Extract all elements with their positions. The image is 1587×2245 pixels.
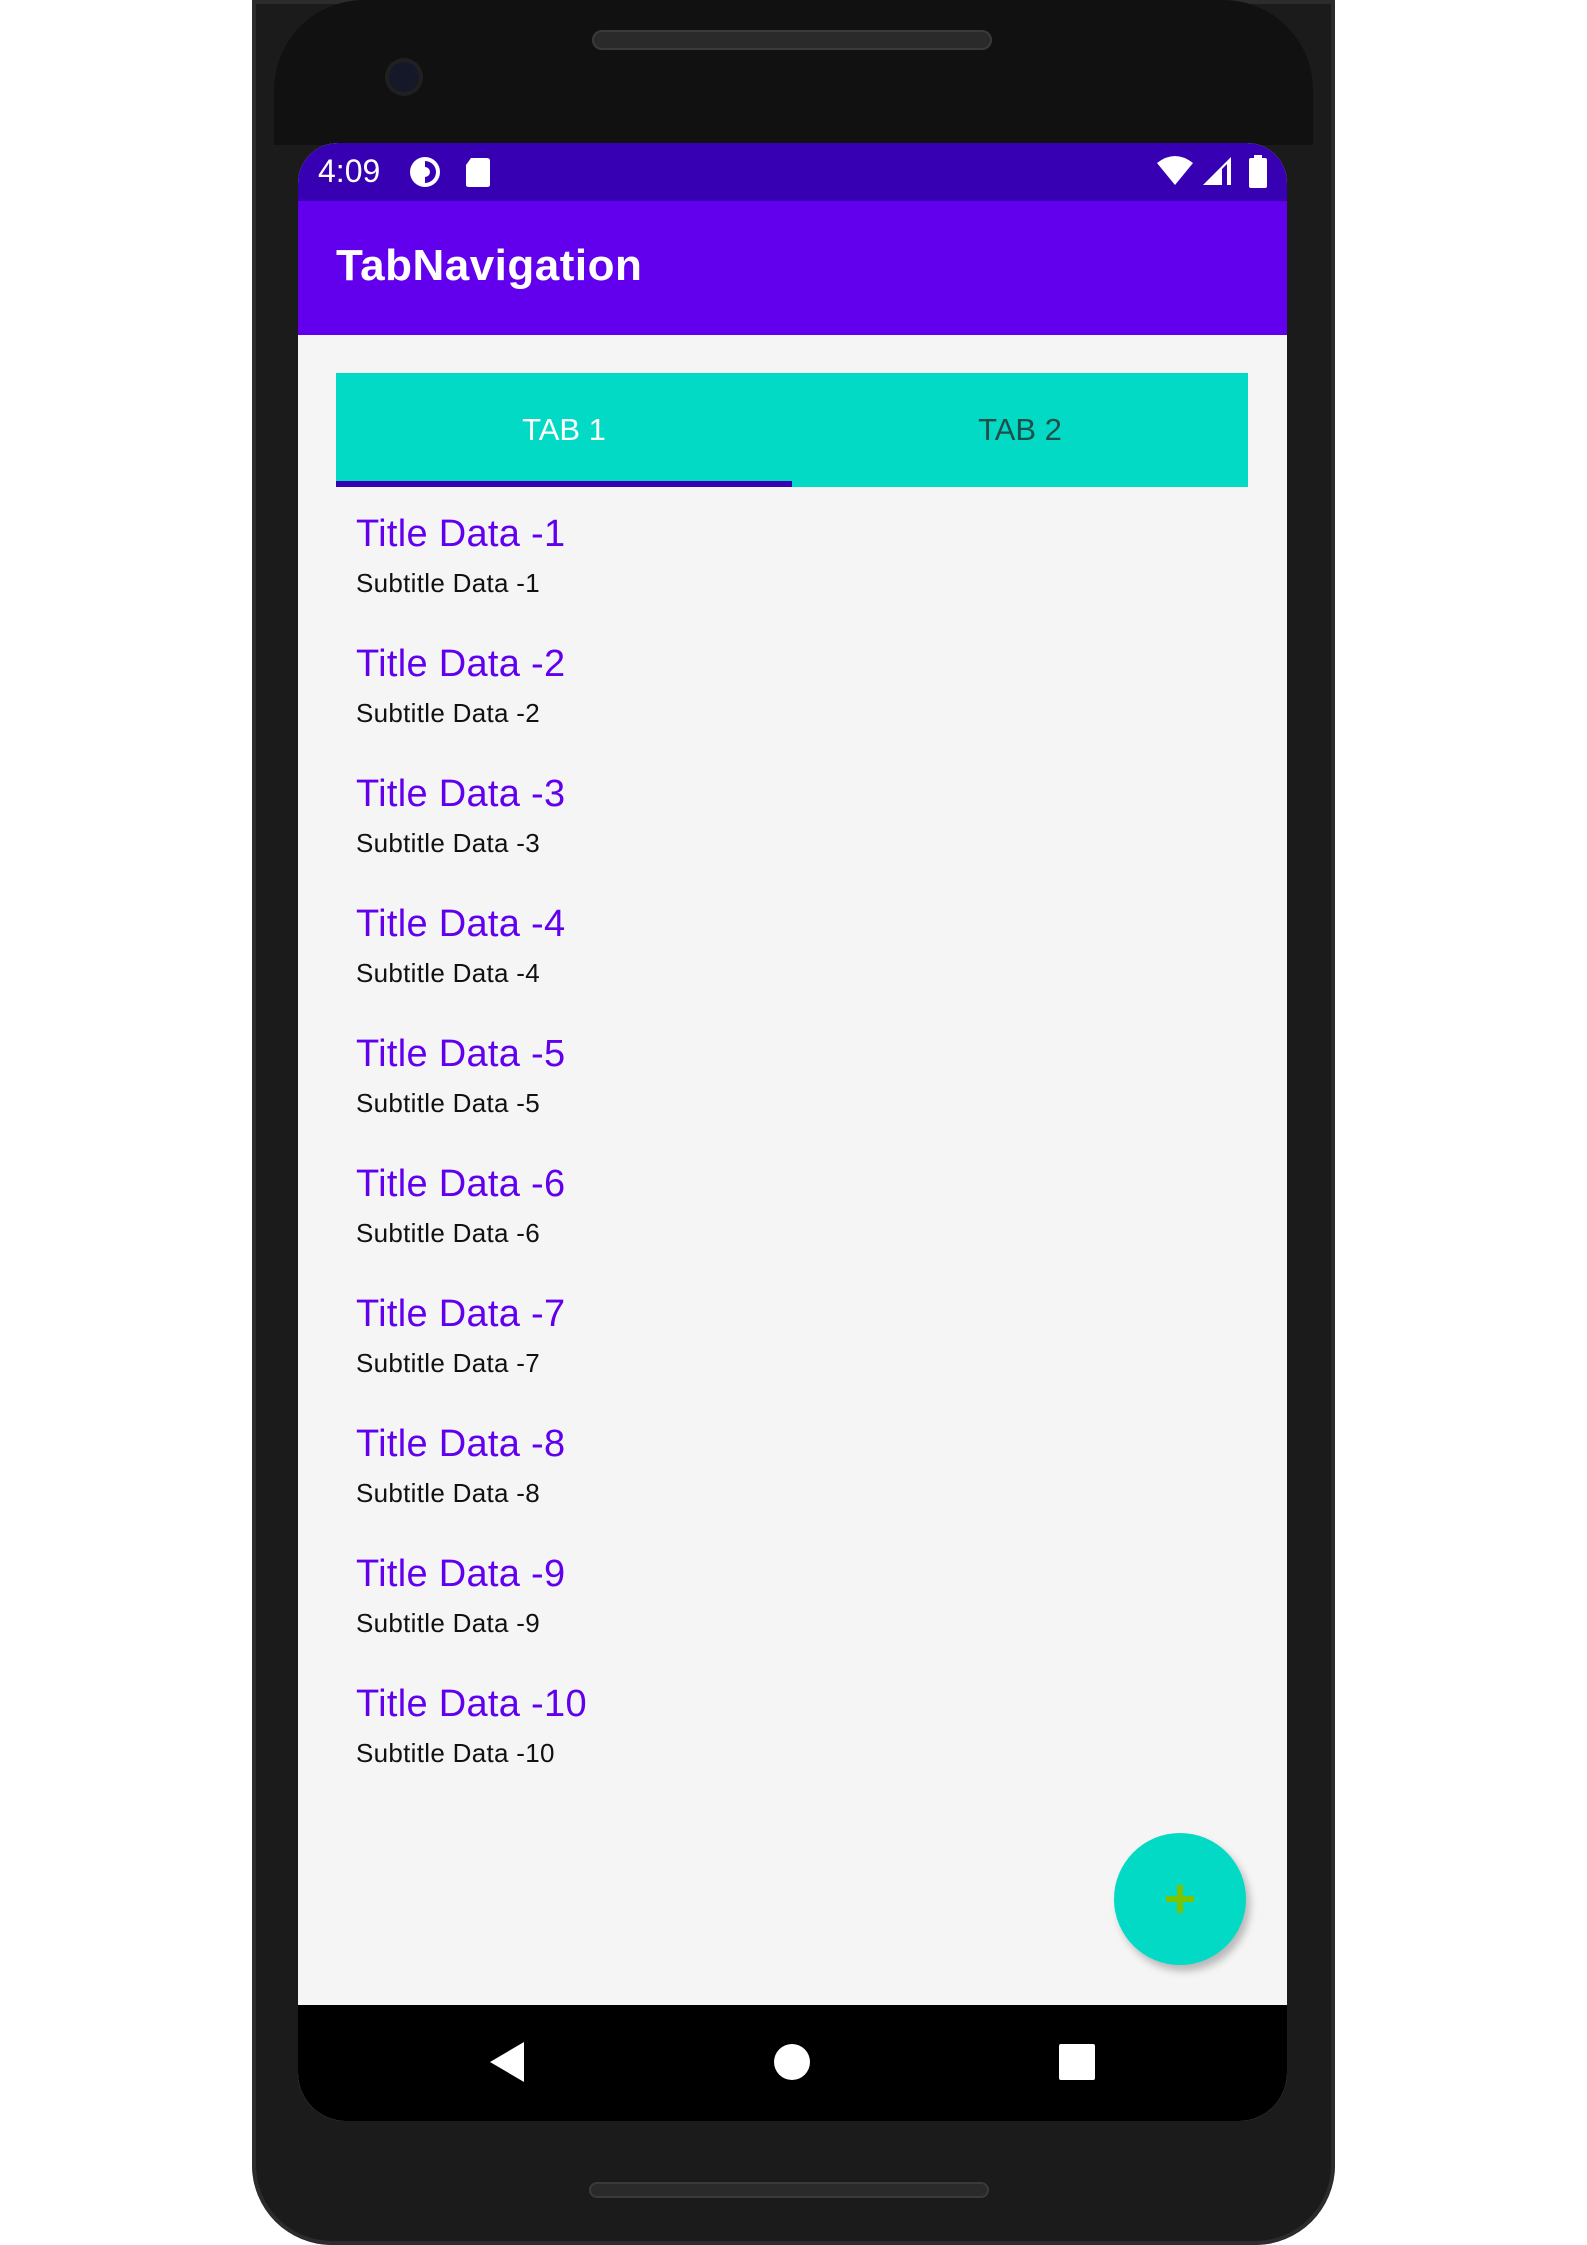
nav-back-button[interactable] [481, 2037, 531, 2087]
sd-card-icon [463, 155, 493, 194]
list-item-title: Title Data -5 [356, 1033, 566, 1075]
list-item-title: Title Data -1 [356, 513, 566, 555]
list-item-subtitle: Subtitle Data -1 [356, 568, 541, 598]
tab-1-label: TAB 1 [522, 412, 606, 447]
list-item-subtitle: Subtitle Data -6 [356, 1218, 541, 1248]
phone-top-bezel [274, 0, 1313, 145]
nav-recents-button[interactable] [1052, 2037, 1102, 2087]
list-item-subtitle: Subtitle Data -2 [356, 698, 541, 728]
list-item-title: Title Data -7 [356, 1293, 566, 1335]
list-item-subtitle: Subtitle Data -10 [356, 1738, 555, 1768]
list-item-title: Title Data -4 [356, 903, 566, 945]
list-item-title: Title Data -10 [356, 1683, 587, 1725]
recents-icon [1059, 2044, 1095, 2080]
system-nav-bar [298, 2005, 1287, 2121]
tab-bar: TAB 1 TAB 2 [336, 373, 1248, 487]
earpiece-speaker [592, 30, 992, 50]
list-item-title: Title Data -6 [356, 1163, 566, 1205]
list-item-subtitle: Subtitle Data -4 [356, 958, 541, 988]
list-item[interactable]: Title Data -9 Subtitle Data -9 [356, 1553, 1236, 1683]
battery-icon [1248, 155, 1268, 194]
list-item[interactable]: Title Data -6 Subtitle Data -6 [356, 1163, 1236, 1293]
list-item[interactable]: Title Data -1 Subtitle Data -1 [356, 513, 1236, 643]
tab-2[interactable]: TAB 2 [792, 373, 1248, 487]
status-bar: 4:09 [298, 143, 1287, 201]
app-title: TabNavigation [336, 241, 643, 290]
device-screen: 4:09 TabNavigation TAB 1 TAB 2 Title Dat… [298, 143, 1287, 2121]
nav-home-button[interactable] [767, 2037, 817, 2087]
tab-selected-indicator [336, 481, 792, 487]
home-icon [774, 2044, 810, 2080]
list-item[interactable]: Title Data -10 Subtitle Data -10 [356, 1683, 1236, 1813]
list-item-subtitle: Subtitle Data -9 [356, 1608, 541, 1638]
list-item-title: Title Data -8 [356, 1423, 566, 1465]
cell-signal-icon [1201, 155, 1233, 192]
front-camera [389, 62, 419, 92]
add-fab-button[interactable] [1114, 1833, 1246, 1965]
data-list: Title Data -1 Subtitle Data -1 Title Dat… [356, 513, 1236, 1813]
list-item[interactable]: Title Data -5 Subtitle Data -5 [356, 1033, 1236, 1163]
list-item[interactable]: Title Data -8 Subtitle Data -8 [356, 1423, 1236, 1553]
list-item-title: Title Data -2 [356, 643, 566, 685]
phone-frame: 4:09 TabNavigation TAB 1 TAB 2 Title Dat… [252, 0, 1335, 2245]
list-item-title: Title Data -3 [356, 773, 566, 815]
list-item-subtitle: Subtitle Data -5 [356, 1088, 541, 1118]
status-time: 4:09 [318, 153, 381, 189]
plus-icon [1166, 1885, 1194, 1913]
list-item-subtitle: Subtitle Data -3 [356, 828, 541, 858]
wifi-icon [1156, 155, 1194, 192]
list-item-subtitle: Subtitle Data -7 [356, 1348, 541, 1378]
app-bar: TabNavigation [298, 201, 1287, 335]
list-item-title: Title Data -9 [356, 1553, 566, 1595]
bottom-speaker [589, 2182, 989, 2198]
list-item[interactable]: Title Data -7 Subtitle Data -7 [356, 1293, 1236, 1423]
sync-icon [408, 155, 442, 194]
list-item[interactable]: Title Data -4 Subtitle Data -4 [356, 903, 1236, 1033]
tab-2-label: TAB 2 [978, 412, 1062, 447]
back-icon [490, 2042, 524, 2082]
list-item-subtitle: Subtitle Data -8 [356, 1478, 541, 1508]
tab-1[interactable]: TAB 1 [336, 373, 792, 487]
list-item[interactable]: Title Data -2 Subtitle Data -2 [356, 643, 1236, 773]
list-item[interactable]: Title Data -3 Subtitle Data -3 [356, 773, 1236, 903]
